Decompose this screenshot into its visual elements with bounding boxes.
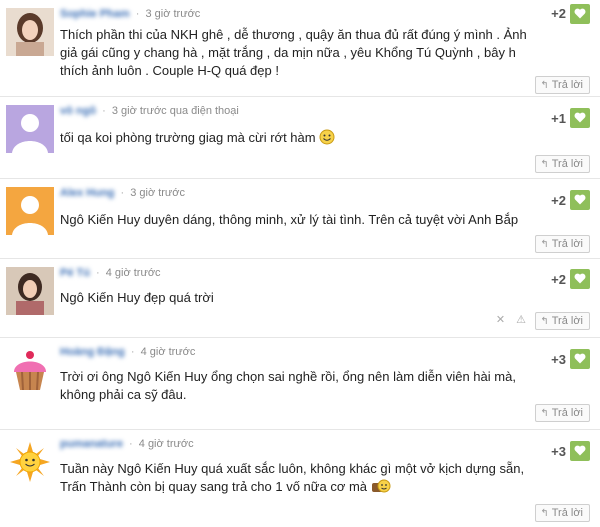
heart-icon (574, 112, 586, 123)
comment-item: Sophie Pham · 3 giờ trước Thích phần thi… (0, 0, 600, 97)
posted-via: qua điện thoại (169, 105, 239, 117)
comment-text: Ngô Kiến Huy duyên dáng, thông minh, xử … (60, 212, 519, 227)
vote-count: +3 (551, 352, 566, 367)
avatar[interactable] (6, 187, 54, 235)
comment-tools: ✕ ⚠ (488, 313, 526, 326)
reply-button[interactable]: ↰ Trả lời (535, 76, 590, 94)
comment-text: tối qa koi phòng trường giag mà cừi rớt … (60, 129, 540, 150)
comment-item: Alex Hung · 3 giờ trước Ngô Kiến Huy duy… (0, 179, 600, 259)
like-button[interactable] (570, 4, 590, 24)
reply-button[interactable]: ↰ Trả lời (535, 312, 590, 330)
avatar[interactable] (6, 267, 54, 315)
reply-icon: ↰ (540, 80, 549, 91)
heart-icon (574, 445, 586, 456)
reply-icon: ↰ (540, 316, 549, 327)
comment-item: Pé Tú · 4 giờ trước Ngô Kiến Huy đẹp quá… (0, 259, 600, 338)
close-icon[interactable]: ✕ (496, 314, 505, 326)
like-button[interactable] (570, 441, 590, 461)
comment-list: Sophie Pham · 3 giờ trước Thích phần thi… (0, 0, 600, 527)
comment-item: Hoàng Đặng · 4 giờ trước Trời ơi ông Ngô… (0, 338, 600, 430)
reply-button[interactable]: ↰ Trả lời (535, 504, 590, 522)
comment-meta: Pé Tú · 4 giờ trước (60, 267, 161, 279)
comment-text: Ngô Kiến Huy đẹp quá trời (60, 290, 214, 305)
like-button[interactable] (570, 269, 590, 289)
author-name[interactable]: vô ngõ (60, 105, 96, 117)
avatar[interactable] (6, 8, 54, 56)
timestamp: 4 giờ trước (140, 346, 196, 358)
comment-meta: Alex Hung · 3 giờ trước (60, 187, 186, 199)
comment-text: Thích phần thi của NKH ghê , dễ thương ,… (60, 27, 527, 78)
author-name[interactable]: pumanature (60, 438, 123, 450)
avatar[interactable] (6, 105, 54, 153)
heart-icon (574, 194, 586, 205)
comment-item: pumanature · 4 giờ trước Tuần này Ngô Ki… (0, 430, 600, 527)
avatar[interactable] (6, 438, 54, 486)
smiley-icon (319, 129, 335, 150)
reply-button[interactable]: ↰ Trả lời (535, 404, 590, 422)
vote-count: +2 (551, 272, 566, 287)
like-button[interactable] (570, 349, 590, 369)
vote-count: +2 (551, 6, 566, 21)
timestamp: 3 giờ trước (145, 8, 201, 20)
timestamp: 4 giờ trước (138, 438, 194, 450)
comment-meta: pumanature · 4 giờ trước (60, 438, 194, 450)
vote-count: +1 (551, 111, 566, 126)
timestamp: 3 giờ trước (111, 105, 167, 117)
reply-icon: ↰ (540, 239, 549, 250)
heart-icon (574, 8, 586, 19)
comment-meta: vô ngõ · 3 giờ trước qua điện thoại (60, 105, 239, 117)
author-name[interactable]: Pé Tú (60, 267, 90, 279)
like-button[interactable] (570, 108, 590, 128)
reply-icon: ↰ (540, 408, 549, 419)
vote-count: +2 (551, 193, 566, 208)
timestamp: 4 giờ trước (105, 267, 161, 279)
reply-icon: ↰ (540, 159, 549, 170)
reply-icon: ↰ (540, 508, 549, 519)
author-name[interactable]: Alex Hung (60, 187, 114, 199)
comment-text: Trời ơi ông Ngô Kiến Huy ổng chọn sai ng… (60, 369, 516, 402)
heart-icon (574, 353, 586, 364)
comment-text: Tuần này Ngô Kiến Huy quá xuất sắc luôn,… (60, 460, 540, 499)
vote-count: +3 (551, 444, 566, 459)
heart-icon (574, 273, 586, 284)
comment-meta: Sophie Pham · 3 giờ trước (60, 8, 201, 20)
reply-button[interactable]: ↰ Trả lời (535, 235, 590, 253)
warning-icon[interactable]: ⚠ (516, 314, 526, 326)
comment-meta: Hoàng Đặng · 4 giờ trước (60, 346, 196, 358)
comment-item: vô ngõ · 3 giờ trước qua điện thoại tối … (0, 97, 600, 179)
timestamp: 3 giờ trước (130, 187, 186, 199)
like-button[interactable] (570, 190, 590, 210)
avatar[interactable] (6, 346, 54, 394)
author-name[interactable]: Hoàng Đặng (60, 346, 125, 358)
author-name[interactable]: Sophie Pham (60, 8, 130, 20)
reply-button[interactable]: ↰ Trả lời (535, 155, 590, 173)
emoticon-icon (371, 478, 391, 499)
